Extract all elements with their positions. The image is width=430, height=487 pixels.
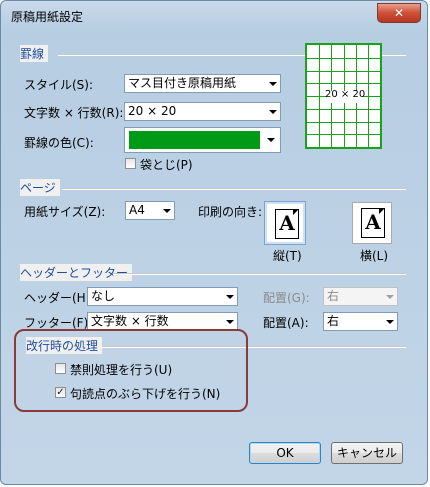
- header-select[interactable]: なし: [87, 287, 238, 306]
- header-footer-divider: [113, 273, 406, 275]
- orientation-label: 印刷の向き:: [198, 205, 263, 219]
- portrait-page-icon: A: [275, 209, 299, 239]
- ok-button[interactable]: OK: [249, 442, 321, 464]
- portrait-label: 縦(T): [273, 249, 302, 263]
- chevron-down-icon: [386, 320, 394, 324]
- page-group-title: ページ: [20, 179, 60, 196]
- header-align-select[interactable]: 右: [323, 287, 398, 306]
- header-align-label: 配置(G):: [263, 291, 310, 305]
- dialog-title: 原稿用紙設定: [11, 10, 84, 24]
- fold-label: 袋とじ(P): [140, 158, 193, 172]
- chevron-down-icon: [226, 320, 234, 324]
- chars-lines-label: 文字数 × 行数(R):: [24, 106, 124, 120]
- line-color-swatch: [129, 131, 260, 149]
- portrait-orientation-button[interactable]: A: [264, 201, 306, 245]
- header-value: なし: [91, 289, 116, 303]
- style-value: マス目付き原稿用紙: [128, 76, 237, 90]
- close-button[interactable]: ✕: [377, 3, 421, 23]
- paper-size-label: 用紙サイズ(Z):: [24, 205, 106, 219]
- header-align-value: 右: [327, 289, 340, 303]
- paper-size-value: A4: [129, 203, 145, 217]
- cancel-button[interactable]: キャンセル: [331, 442, 403, 464]
- fold-checkbox[interactable]: [125, 158, 136, 169]
- chevron-down-icon: [269, 82, 277, 86]
- line-color-label: 罫線の色(C):: [24, 136, 94, 150]
- chevron-down-icon: [267, 138, 275, 142]
- footer-align-label: 配置(A):: [263, 316, 309, 330]
- line-break-highlight: [14, 329, 248, 412]
- landscape-page-icon: A: [361, 208, 385, 238]
- header-label: ヘッダー(H):: [24, 291, 95, 305]
- page-divider: [62, 188, 406, 190]
- chars-lines-value: 20 × 20: [128, 104, 177, 118]
- chevron-down-icon: [269, 110, 277, 114]
- title-bar: 原稿用紙設定 ✕: [1, 1, 427, 29]
- footer-value: 文字数 × 行数: [91, 314, 169, 328]
- chevron-down-icon: [386, 295, 394, 299]
- line-color-select[interactable]: [124, 127, 281, 153]
- grid-preview: 20 × 20: [305, 43, 382, 149]
- style-select[interactable]: マス目付き原稿用紙: [124, 74, 281, 93]
- landscape-label: 横(L): [360, 249, 389, 263]
- close-icon: ✕: [393, 6, 405, 20]
- grid-preview-label: 20 × 20: [325, 89, 366, 100]
- landscape-orientation-button[interactable]: A: [352, 202, 392, 244]
- chevron-down-icon: [226, 295, 234, 299]
- chevron-down-icon: [163, 209, 171, 213]
- chars-lines-select[interactable]: 20 × 20: [124, 102, 281, 121]
- footer-align-select[interactable]: 右: [323, 312, 398, 331]
- style-label: スタイル(S):: [24, 78, 94, 92]
- ruled-lines-group-title: 罫線: [20, 45, 49, 62]
- footer-align-value: 右: [327, 314, 340, 328]
- paper-size-select[interactable]: A4: [125, 201, 175, 220]
